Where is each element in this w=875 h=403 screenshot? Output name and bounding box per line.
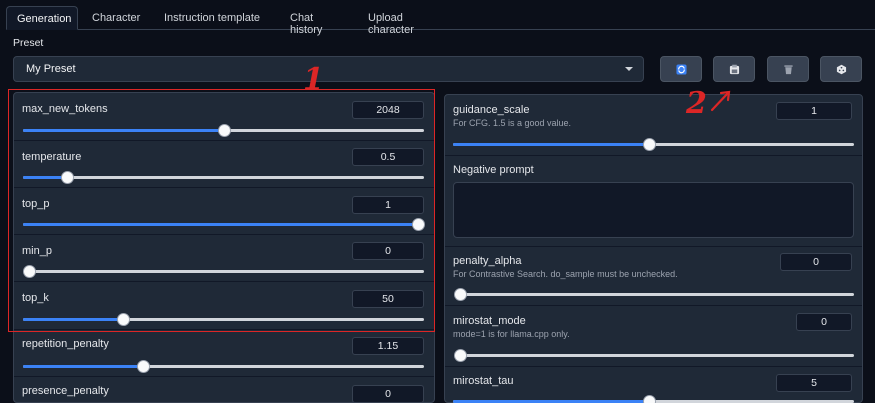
slider-track[interactable]: [23, 313, 424, 326]
slider-label: repetition_penalty: [22, 338, 109, 350]
slider-label: top_k: [22, 292, 49, 304]
tab-bar: Generation Character Instruction templat…: [6, 6, 875, 36]
slider-thumb[interactable]: [137, 360, 151, 373]
slider-thumb[interactable]: [23, 265, 36, 278]
random-icon: [836, 64, 846, 74]
tab-upload-character[interactable]: Upload character: [358, 6, 458, 36]
slider-label: mirostat_mode: [453, 315, 526, 327]
slider-fill: [23, 223, 418, 226]
slider-label: guidance_scale: [453, 104, 530, 116]
annotation-number-one: 1: [303, 62, 324, 97]
slider-fill: [23, 129, 224, 132]
slider-row-top-p: top_p 1: [14, 188, 434, 235]
chevron-down-icon: [625, 67, 633, 71]
preset-value: My Preset: [26, 63, 76, 75]
slider-label: min_p: [22, 245, 52, 257]
slider-number-input[interactable]: 2048: [352, 101, 424, 119]
slider-row-min-p: min_p 0: [14, 235, 434, 282]
slider-label: max_new_tokens: [22, 103, 108, 115]
slider-track[interactable]: [23, 124, 424, 137]
slider-thumb[interactable]: [454, 349, 467, 362]
slider-track[interactable]: [454, 288, 854, 301]
slider-track[interactable]: [23, 218, 425, 231]
tab-generation[interactable]: Generation: [6, 6, 78, 30]
slider-label: temperature: [22, 151, 82, 163]
slider-track[interactable]: [453, 138, 854, 151]
slider-number-input[interactable]: 0: [352, 385, 424, 403]
slider-thumb[interactable]: [117, 313, 131, 326]
slider-track[interactable]: [23, 265, 424, 278]
slider-row-top-k: top_k 50: [14, 282, 434, 330]
annotation-number-two: 2: [686, 86, 707, 121]
slider-row-temperature: temperature 0.5: [14, 141, 434, 188]
slider-number-input[interactable]: 1.15: [352, 337, 424, 355]
slider-row-mirostat-mode: mirostat_mode mode=1 is for llama.cpp on…: [445, 306, 862, 367]
slider-thumb[interactable]: [217, 124, 231, 137]
negative-prompt-block: Negative prompt: [445, 156, 862, 247]
slider-info: For Contrastive Search. do_sample must b…: [453, 269, 678, 279]
slider-number-input[interactable]: 50: [352, 290, 424, 308]
preset-label: Preset: [13, 37, 44, 49]
refresh-preset-button[interactable]: [660, 56, 702, 82]
guidance-panel: guidance_scale For CFG. 1.5 is a good va…: [444, 94, 863, 403]
slider-track[interactable]: [454, 349, 854, 362]
slider-row-mirostat-tau: mirostat_tau 5: [445, 367, 862, 403]
slider-thumb[interactable]: [454, 288, 467, 301]
slider-thumb[interactable]: [643, 395, 657, 403]
save-preset-button[interactable]: [713, 56, 755, 82]
slider-thumb[interactable]: [61, 171, 75, 184]
slider-row-repetition-penalty: repetition_penalty 1.15: [14, 330, 434, 377]
tab-instruction-template[interactable]: Instruction template: [154, 6, 270, 30]
tab-character[interactable]: Character: [82, 6, 148, 30]
random-preset-button[interactable]: [820, 56, 862, 82]
slider-thumb[interactable]: [643, 138, 657, 151]
slider-number-input[interactable]: 0: [780, 253, 852, 271]
slider-thumb[interactable]: [412, 218, 425, 231]
slider-number-input[interactable]: 1: [352, 196, 424, 214]
slider-number-input[interactable]: 0: [796, 313, 852, 331]
slider-row-max-new-tokens: max_new_tokens 2048: [14, 93, 434, 141]
preset-dropdown[interactable]: My Preset: [13, 56, 644, 82]
negative-prompt-label: Negative prompt: [453, 164, 534, 176]
slider-row-presence-penalty: presence_penalty 0: [14, 377, 434, 403]
slider-label: mirostat_tau: [453, 375, 514, 387]
slider-fill: [23, 318, 124, 321]
slider-label: presence_penalty: [22, 385, 109, 397]
slider-track[interactable]: [23, 360, 424, 373]
slider-track[interactable]: [23, 171, 424, 184]
slider-label: top_p: [22, 198, 50, 210]
slider-info: For CFG. 1.5 is a good value.: [453, 118, 572, 128]
slider-number-input[interactable]: 5: [776, 374, 852, 392]
save-icon: [729, 64, 739, 74]
slider-row-guidance-scale: guidance_scale For CFG. 1.5 is a good va…: [445, 95, 862, 156]
slider-number-input[interactable]: 0: [352, 242, 424, 260]
negative-prompt-textarea[interactable]: [453, 182, 854, 238]
sampler-sliders-panel: max_new_tokens 2048 temperature 0.5 top_…: [13, 92, 435, 403]
tab-chat-history[interactable]: Chat history: [280, 6, 352, 36]
slider-fill: [453, 143, 650, 146]
delete-preset-button[interactable]: [767, 56, 809, 82]
annotation-arrow-icon: [710, 90, 731, 112]
slider-row-penalty-alpha: penalty_alpha For Contrastive Search. do…: [445, 247, 862, 306]
slider-label: penalty_alpha: [453, 255, 522, 267]
slider-fill: [23, 365, 144, 368]
delete-icon: [783, 64, 793, 74]
refresh-icon: [675, 63, 687, 75]
slider-number-input[interactable]: 0.5: [352, 148, 424, 166]
slider-number-input[interactable]: 1: [776, 102, 852, 120]
slider-info: mode=1 is for llama.cpp only.: [453, 329, 570, 339]
